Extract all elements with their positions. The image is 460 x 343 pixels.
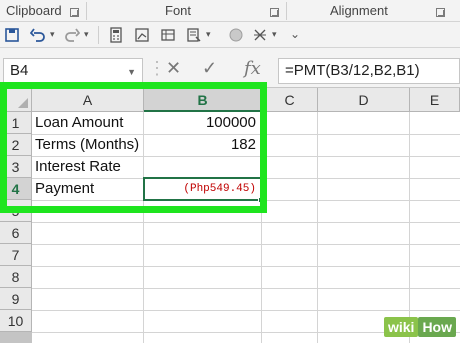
cell-a2[interactable]: Terms (Months): [32, 134, 144, 156]
customize-toolbar-icon[interactable]: ⌄: [290, 27, 300, 41]
gridline: [409, 112, 410, 343]
name-box-dropdown-icon[interactable]: ▼: [127, 67, 136, 77]
confirm-entry-icon[interactable]: ✓: [202, 58, 217, 79]
ribbon-group-alignment: Alignment: [330, 3, 388, 18]
cell-b2[interactable]: 182: [144, 134, 262, 156]
alignment-launcher-icon[interactable]: [436, 8, 445, 17]
active-cell-border: [143, 177, 263, 201]
ribbon-group-labels: Clipboard Font Alignment: [0, 0, 460, 22]
gridline: [32, 222, 460, 223]
row-header-1[interactable]: 1: [0, 112, 32, 134]
name-box[interactable]: B4 ▼: [3, 58, 143, 84]
toolbar-separator: [98, 26, 99, 44]
ribbon-separator: [86, 2, 87, 20]
font-launcher-icon[interactable]: [270, 8, 279, 17]
ribbon-group-clipboard: Clipboard: [6, 3, 62, 18]
cell-a4[interactable]: Payment: [32, 178, 144, 200]
watermark-wiki: wiki: [383, 317, 419, 337]
watermark-how: How: [418, 317, 456, 337]
ribbon-separator: [286, 2, 287, 20]
column-header-d[interactable]: D: [318, 88, 410, 112]
cell-a1[interactable]: Loan Amount: [32, 112, 144, 134]
cancel-entry-icon[interactable]: ✕: [166, 58, 181, 79]
clipboard-launcher-icon[interactable]: [70, 8, 79, 17]
sort-dropdown-icon[interactable]: ▾: [272, 29, 277, 40]
row-header-9[interactable]: 9: [0, 288, 32, 310]
ribbon-group-font: Font: [165, 3, 192, 18]
cell-b1[interactable]: 100000: [144, 112, 262, 134]
gridline: [32, 266, 460, 267]
watermark: wiki How: [383, 317, 456, 339]
undo-dropdown-icon[interactable]: ▾: [50, 29, 55, 40]
quick-access-toolbar: ▾ ▾ ▾ ▾ ⌄: [0, 22, 460, 48]
formula-buttons: ⋮ ✕ ✓ fx: [148, 58, 278, 84]
insert-function-icon[interactable]: fx: [244, 58, 261, 79]
select-all-button[interactable]: [0, 88, 32, 112]
column-header-e[interactable]: E: [410, 88, 460, 112]
row-header-3[interactable]: 3: [0, 156, 32, 178]
format-dropdown-icon[interactable]: ▾: [206, 29, 211, 40]
circle-icon[interactable]: [228, 27, 244, 43]
cell-a3[interactable]: Interest Rate: [32, 156, 144, 178]
row-header-6[interactable]: 6: [0, 222, 32, 244]
save-icon[interactable]: [4, 27, 20, 43]
row-header-8[interactable]: 8: [0, 266, 32, 288]
redo-dropdown-icon[interactable]: ▾: [84, 29, 89, 40]
row-header-7[interactable]: 7: [0, 244, 32, 266]
formula-input[interactable]: =PMT(B3/12,B2,B1): [278, 58, 460, 84]
undo-icon[interactable]: [29, 27, 46, 43]
print-preview-icon[interactable]: [160, 27, 176, 43]
gridline: [32, 288, 460, 289]
formula-bar: B4 ▼ ⋮ ✕ ✓ fx =PMT(B3/12,B2,B1): [0, 48, 460, 88]
calculator-icon[interactable]: [108, 27, 124, 43]
gridline: [32, 244, 460, 245]
row-header-5[interactable]: 5: [0, 200, 32, 222]
worksheet-grid: A B C D E 1 2 3 4 5 6 7 8 9 10 Loan Amou…: [0, 88, 460, 343]
column-header-c[interactable]: C: [262, 88, 318, 112]
fill-handle[interactable]: [258, 197, 264, 203]
row-header-4[interactable]: 4: [0, 178, 32, 200]
column-header-b[interactable]: B: [144, 88, 262, 112]
gridline: [32, 310, 460, 311]
sort-icon[interactable]: [252, 27, 268, 43]
name-box-value: B4: [10, 62, 29, 79]
cell-b3[interactable]: [144, 156, 262, 178]
formula-bar-grip-icon: ⋮: [148, 58, 166, 78]
gridline: [317, 112, 318, 343]
row-header-2[interactable]: 2: [0, 134, 32, 156]
format-painter-icon[interactable]: [186, 27, 202, 43]
redo-icon[interactable]: [64, 27, 81, 43]
column-header-a[interactable]: A: [32, 88, 144, 112]
row-header-10[interactable]: 10: [0, 310, 32, 332]
chart-icon[interactable]: [134, 27, 150, 43]
